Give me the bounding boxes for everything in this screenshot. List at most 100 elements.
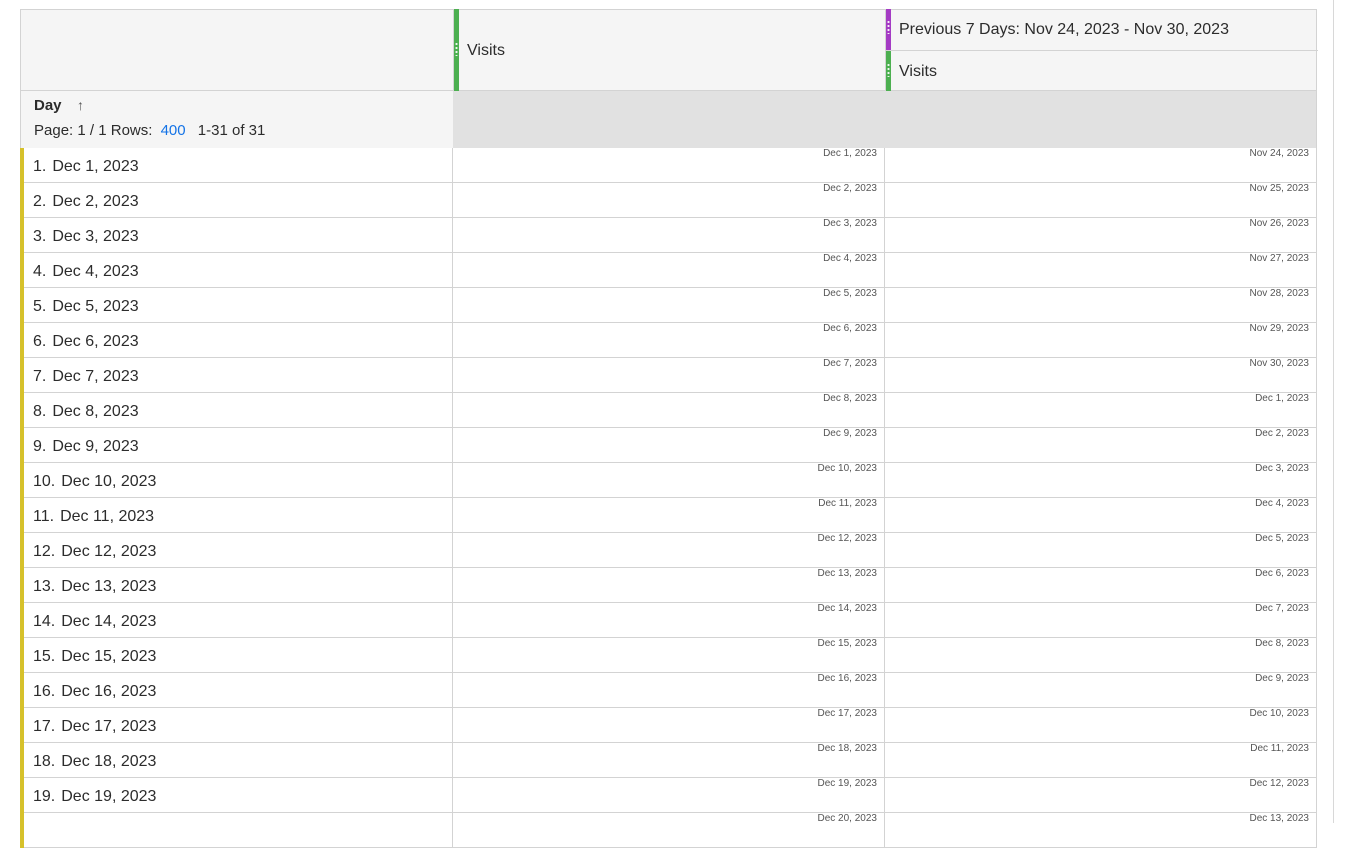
row-dimension-cell[interactable]: 10. Dec 10, 2023 <box>33 473 156 491</box>
row-color-bar <box>20 778 24 813</box>
row-dimension-cell[interactable]: 13. Dec 13, 2023 <box>33 578 156 596</box>
table-row[interactable]: 17. Dec 17, 2023 Dec 17, 2023 Dec 10, 2023 <box>20 708 1317 743</box>
table-row[interactable]: 19. Dec 19, 2023 Dec 19, 2023 Dec 12, 2023 <box>20 778 1317 813</box>
metric-cell-visits[interactable]: Dec 1, 2023 <box>452 148 884 183</box>
drag-handle-icon[interactable] <box>886 9 891 50</box>
table-row[interactable]: 14. Dec 14, 2023 Dec 14, 2023 Dec 7, 2023 <box>20 603 1317 638</box>
metric-cell-visits-previous[interactable]: Dec 13, 2023 <box>884 813 1317 848</box>
table-row[interactable]: 11. Dec 11, 2023 Dec 11, 2023 Dec 4, 2023 <box>20 498 1317 533</box>
metric-cell-visits-previous[interactable]: Dec 9, 2023 <box>884 673 1317 708</box>
metric-cell-visits[interactable]: Dec 18, 2023 <box>452 743 884 778</box>
table-row[interactable]: 13. Dec 13, 2023 Dec 13, 2023 Dec 6, 2023 <box>20 568 1317 603</box>
metric-cell-visits-previous[interactable]: Nov 27, 2023 <box>884 253 1317 288</box>
metric-cell-visits-previous[interactable]: Dec 3, 2023 <box>884 463 1317 498</box>
drag-handle-icon[interactable] <box>454 9 459 91</box>
metric-cell-visits[interactable]: Dec 8, 2023 <box>452 393 884 428</box>
metric-cell-visits-previous[interactable]: Dec 8, 2023 <box>884 638 1317 673</box>
table-row[interactable]: 5. Dec 5, 2023 Dec 5, 2023 Nov 28, 2023 <box>20 288 1317 323</box>
metric-cell-visits[interactable]: Dec 15, 2023 <box>452 638 884 673</box>
table-row[interactable]: 4. Dec 4, 2023 Dec 4, 2023 Nov 27, 2023 <box>20 253 1317 288</box>
row-number: 16. <box>33 683 56 700</box>
table-row[interactable]: 16. Dec 16, 2023 Dec 16, 2023 Dec 9, 2023 <box>20 673 1317 708</box>
metric-cell-visits[interactable]: Dec 20, 2023 <box>452 813 884 848</box>
arrow-up-icon[interactable]: ↑ <box>77 97 84 113</box>
table-row[interactable]: 15. Dec 15, 2023 Dec 15, 2023 Dec 8, 2023 <box>20 638 1317 673</box>
row-dimension-cell[interactable]: 8. Dec 8, 2023 <box>33 403 139 421</box>
row-dimension-cell[interactable]: 15. Dec 15, 2023 <box>33 648 156 666</box>
metric-cell-visits-previous[interactable]: Nov 24, 2023 <box>884 148 1317 183</box>
metric-cell-visits[interactable]: Dec 17, 2023 <box>452 708 884 743</box>
row-dimension-cell[interactable]: 6. Dec 6, 2023 <box>33 333 139 351</box>
metric-cell-visits-previous[interactable]: Nov 26, 2023 <box>884 218 1317 253</box>
dimension-title[interactable]: Day <box>34 97 62 114</box>
metric-cell-visits-previous[interactable]: Dec 7, 2023 <box>884 603 1317 638</box>
row-dimension-cell[interactable]: 1. Dec 1, 2023 <box>33 158 139 176</box>
metric-cell-visits[interactable]: Dec 11, 2023 <box>452 498 884 533</box>
table-row[interactable]: 1. Dec 1, 2023 Dec 1, 2023 Nov 24, 2023 <box>20 148 1317 183</box>
table-row[interactable]: 8. Dec 8, 2023 Dec 8, 2023 Dec 1, 2023 <box>20 393 1317 428</box>
row-label: Dec 13, 2023 <box>61 578 157 595</box>
drag-handle-icon[interactable] <box>886 51 891 91</box>
row-dimension-cell[interactable]: 17. Dec 17, 2023 <box>33 718 156 736</box>
column-header-segment[interactable]: Previous 7 Days: Nov 24, 2023 - Nov 30, … <box>885 9 1318 91</box>
metric-cell-visits-previous[interactable]: Dec 10, 2023 <box>884 708 1317 743</box>
metric-cell-visits-previous[interactable]: Nov 25, 2023 <box>884 183 1317 218</box>
table-row[interactable]: 3. Dec 3, 2023 Dec 3, 2023 Nov 26, 2023 <box>20 218 1317 253</box>
table-row[interactable]: Dec 20, 2023 Dec 13, 2023 <box>20 813 1317 848</box>
metric-cell-visits-previous[interactable]: Dec 11, 2023 <box>884 743 1317 778</box>
cell-date-label: Dec 11, 2023 <box>818 498 877 509</box>
row-label: Dec 6, 2023 <box>52 333 139 350</box>
metric-cell-visits[interactable]: Dec 14, 2023 <box>452 603 884 638</box>
metric-cell-visits-previous[interactable]: Nov 28, 2023 <box>884 288 1317 323</box>
table-row[interactable]: 6. Dec 6, 2023 Dec 6, 2023 Nov 29, 2023 <box>20 323 1317 358</box>
metric-cell-visits-previous[interactable]: Nov 30, 2023 <box>884 358 1317 393</box>
metric-cell-visits[interactable]: Dec 9, 2023 <box>452 428 884 463</box>
metric-cell-visits-previous[interactable]: Dec 6, 2023 <box>884 568 1317 603</box>
metric-cell-visits[interactable]: Dec 10, 2023 <box>452 463 884 498</box>
metric-cell-visits-previous[interactable]: Dec 1, 2023 <box>884 393 1317 428</box>
metric-cell-visits[interactable]: Dec 4, 2023 <box>452 253 884 288</box>
row-color-bar <box>20 218 24 253</box>
metric-cell-visits[interactable]: Dec 2, 2023 <box>452 183 884 218</box>
row-dimension-cell[interactable]: 7. Dec 7, 2023 <box>33 368 139 386</box>
row-dimension-cell[interactable]: 19. Dec 19, 2023 <box>33 788 156 806</box>
row-dimension-cell[interactable]: 11. Dec 11, 2023 <box>33 508 154 526</box>
table-row[interactable]: 12. Dec 12, 2023 Dec 12, 2023 Dec 5, 2023 <box>20 533 1317 568</box>
row-dimension-cell[interactable]: 18. Dec 18, 2023 <box>33 753 156 771</box>
table-row[interactable]: 10. Dec 10, 2023 Dec 10, 2023 Dec 3, 2023 <box>20 463 1317 498</box>
metric-cell-visits[interactable]: Dec 16, 2023 <box>452 673 884 708</box>
metric-cell-visits-previous[interactable]: Dec 2, 2023 <box>884 428 1317 463</box>
column-header-visits[interactable]: Visits <box>453 9 886 91</box>
table-row[interactable]: 18. Dec 18, 2023 Dec 18, 2023 Dec 11, 2023 <box>20 743 1317 778</box>
metric-cell-visits[interactable]: Dec 12, 2023 <box>452 533 884 568</box>
metric-cell-visits[interactable]: Dec 19, 2023 <box>452 778 884 813</box>
metric-cell-visits-previous[interactable]: Dec 5, 2023 <box>884 533 1317 568</box>
row-dimension-cell[interactable]: 9. Dec 9, 2023 <box>33 438 139 456</box>
row-dimension-cell[interactable]: 5. Dec 5, 2023 <box>33 298 139 316</box>
metric-cell-visits[interactable]: Dec 5, 2023 <box>452 288 884 323</box>
table-row[interactable]: 2. Dec 2, 2023 Dec 2, 2023 Nov 25, 2023 <box>20 183 1317 218</box>
cell-date-label: Dec 13, 2023 <box>817 568 878 579</box>
row-dimension-cell[interactable]: 12. Dec 12, 2023 <box>33 543 156 561</box>
metric-cell-visits[interactable]: Dec 6, 2023 <box>452 323 884 358</box>
row-number: 11. <box>33 508 55 525</box>
table-row[interactable]: 7. Dec 7, 2023 Dec 7, 2023 Nov 30, 2023 <box>20 358 1317 393</box>
row-label: Dec 14, 2023 <box>61 613 157 630</box>
metric-cell-visits-previous[interactable]: Dec 4, 2023 <box>884 498 1317 533</box>
table-row[interactable]: 9. Dec 9, 2023 Dec 9, 2023 Dec 2, 2023 <box>20 428 1317 463</box>
row-dimension-cell[interactable]: 14. Dec 14, 2023 <box>33 613 156 631</box>
metric-cell-visits-previous[interactable]: Dec 12, 2023 <box>884 778 1317 813</box>
row-dimension-cell[interactable] <box>33 823 39 841</box>
metric-cell-visits-previous[interactable]: Nov 29, 2023 <box>884 323 1317 358</box>
metric-cell-visits[interactable]: Dec 3, 2023 <box>452 218 884 253</box>
cell-date-label: Dec 6, 2023 <box>1255 568 1309 579</box>
row-dimension-cell[interactable]: 16. Dec 16, 2023 <box>33 683 156 701</box>
metric-label-visits: Visits <box>467 42 505 59</box>
row-dimension-cell[interactable]: 4. Dec 4, 2023 <box>33 263 139 281</box>
rows-per-page-select[interactable]: 400 <box>161 122 186 139</box>
metric-cell-visits[interactable]: Dec 13, 2023 <box>452 568 884 603</box>
row-dimension-cell[interactable]: 3. Dec 3, 2023 <box>33 228 139 246</box>
row-dimension-cell[interactable]: 2. Dec 2, 2023 <box>33 193 139 211</box>
row-number: 12. <box>33 543 56 560</box>
metric-cell-visits[interactable]: Dec 7, 2023 <box>452 358 884 393</box>
